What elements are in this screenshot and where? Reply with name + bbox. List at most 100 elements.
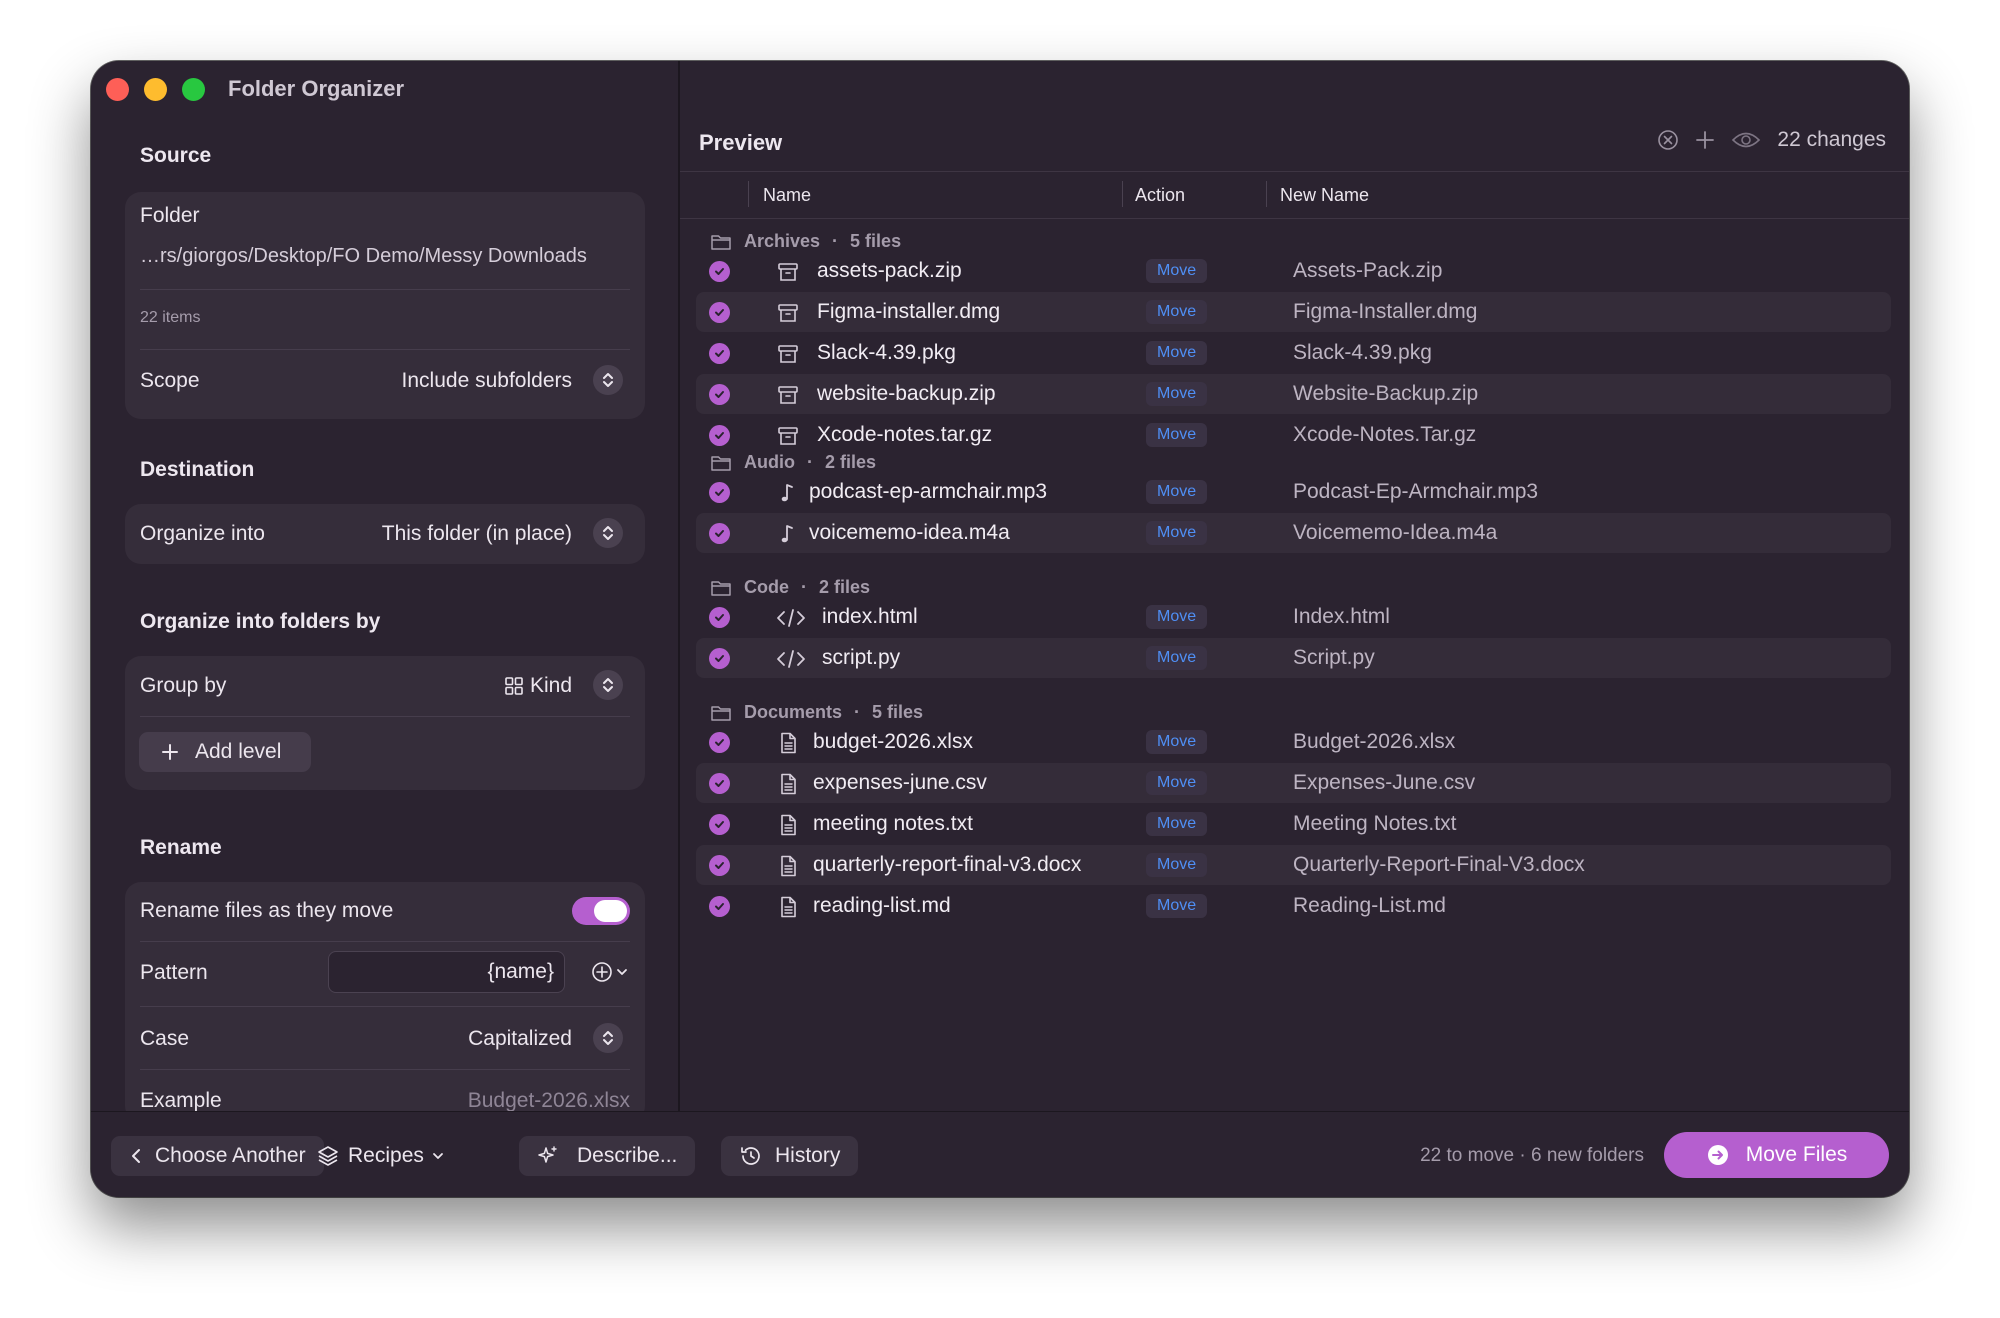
file-row[interactable]: assets-pack.zip Move Assets-Pack.zip bbox=[696, 251, 1891, 291]
file-row[interactable]: meeting notes.txt Move Meeting Notes.txt bbox=[696, 804, 1891, 844]
checkmark-icon[interactable] bbox=[709, 302, 730, 323]
action-badge[interactable]: Move bbox=[1146, 853, 1208, 877]
group-by-value[interactable]: Kind bbox=[504, 674, 572, 698]
action-badge[interactable]: Move bbox=[1146, 605, 1208, 629]
file-row[interactable]: expenses-june.csv Move Expenses-June.csv bbox=[696, 763, 1891, 803]
group-header-code[interactable]: Code · 2 files bbox=[710, 577, 870, 598]
checkmark-icon[interactable] bbox=[709, 855, 730, 876]
insert-token-button[interactable] bbox=[591, 961, 628, 983]
pattern-input[interactable]: {name} bbox=[328, 951, 565, 993]
folder-icon bbox=[710, 579, 732, 597]
group-by-stepper[interactable] bbox=[593, 670, 623, 700]
rename-toggle[interactable] bbox=[572, 897, 630, 925]
checkmark-icon[interactable] bbox=[709, 648, 730, 669]
minimize-window-button[interactable] bbox=[144, 78, 167, 101]
document-icon bbox=[776, 813, 800, 837]
choose-another-button[interactable]: Choose Another bbox=[111, 1136, 324, 1176]
file-row[interactable]: podcast-ep-armchair.mp3 Move Podcast-Ep-Ar… bbox=[696, 472, 1891, 512]
move-files-button[interactable]: Move Files bbox=[1664, 1132, 1889, 1178]
group-count: 2 files bbox=[819, 577, 871, 597]
eye-icon[interactable] bbox=[1731, 130, 1761, 150]
checkmark-icon[interactable] bbox=[709, 384, 730, 405]
maximize-window-button[interactable] bbox=[182, 78, 205, 101]
checkmark-icon[interactable] bbox=[709, 482, 730, 503]
checkmark-icon[interactable] bbox=[709, 732, 730, 753]
scope-value[interactable]: Include subfolders bbox=[402, 369, 572, 393]
group-header-audio[interactable]: Audio · 2 files bbox=[710, 452, 876, 473]
file-name: budget-2026.xlsx bbox=[813, 730, 973, 753]
column-header-new-name[interactable]: New Name bbox=[1280, 185, 1369, 206]
case-stepper[interactable] bbox=[593, 1023, 623, 1053]
file-row[interactable]: Xcode-notes.tar.gz Move Xcode-Notes.Tar.gz bbox=[696, 415, 1891, 455]
file-name: expenses-june.csv bbox=[813, 771, 987, 794]
column-header-action[interactable]: Action bbox=[1135, 185, 1185, 206]
chevron-down-icon bbox=[617, 969, 627, 975]
music-note-icon bbox=[776, 481, 800, 505]
add-level-label: Add level bbox=[195, 740, 282, 763]
case-value[interactable]: Capitalized bbox=[468, 1027, 572, 1051]
organize-into-label: Organize into bbox=[140, 522, 265, 545]
document-icon bbox=[776, 854, 800, 878]
move-status: 22 to move · 6 new folders bbox=[1420, 1145, 1644, 1166]
new-file-name: Voicememo-Idea.m4a bbox=[1293, 521, 1498, 544]
scope-stepper[interactable] bbox=[593, 365, 623, 395]
action-badge[interactable]: Move bbox=[1146, 341, 1208, 365]
plus-icon[interactable] bbox=[1695, 130, 1715, 150]
new-file-name: Expenses-June.csv bbox=[1293, 771, 1476, 794]
checkmark-icon[interactable] bbox=[709, 261, 730, 282]
example-value: Budget-2026.xlsx bbox=[467, 1089, 630, 1112]
group-name: Code bbox=[744, 577, 789, 597]
group-count: 5 files bbox=[872, 702, 924, 722]
recipes-button[interactable]: Recipes bbox=[298, 1136, 462, 1176]
file-row[interactable]: Figma-installer.dmg Move Figma-Installer.d… bbox=[696, 292, 1891, 332]
example-label: Example bbox=[140, 1089, 222, 1112]
action-badge[interactable]: Move bbox=[1146, 300, 1208, 324]
file-row[interactable]: Slack-4.39.pkg Move Slack-4.39.pkg bbox=[696, 333, 1891, 373]
add-level-button[interactable]: Add level bbox=[139, 732, 311, 772]
file-row[interactable]: quarterly-report-final-v3.docx Move Quarte… bbox=[696, 845, 1891, 885]
history-button[interactable]: History bbox=[721, 1136, 859, 1176]
close-window-button[interactable] bbox=[106, 78, 129, 101]
divider bbox=[140, 1069, 630, 1070]
organize-into-stepper[interactable] bbox=[593, 518, 623, 548]
group-header-documents[interactable]: Documents · 5 files bbox=[710, 702, 923, 723]
group-header-archives[interactable]: Archives · 5 files bbox=[710, 231, 901, 252]
folder-path[interactable]: …rs/giorgos/Desktop/FO Demo/Messy Downlo… bbox=[140, 245, 587, 268]
file-row[interactable]: budget-2026.xlsx Move Budget-2026.xlsx bbox=[696, 722, 1891, 762]
grid-icon bbox=[505, 677, 523, 695]
file-row[interactable]: script.py Move Script.py bbox=[696, 638, 1891, 678]
checkmark-icon[interactable] bbox=[709, 343, 730, 364]
checkmark-icon[interactable] bbox=[709, 773, 730, 794]
checkmark-icon[interactable] bbox=[709, 523, 730, 544]
action-badge[interactable]: Move bbox=[1146, 382, 1208, 406]
item-count: 22 items bbox=[140, 309, 201, 326]
file-name: script.py bbox=[822, 646, 901, 669]
action-badge[interactable]: Move bbox=[1146, 894, 1208, 918]
clear-circle-icon[interactable] bbox=[1657, 129, 1679, 151]
action-badge[interactable]: Move bbox=[1146, 480, 1208, 504]
checkmark-icon[interactable] bbox=[709, 814, 730, 835]
file-row[interactable]: index.html Move Index.html bbox=[696, 597, 1891, 637]
organize-into-value[interactable]: This folder (in place) bbox=[382, 522, 572, 546]
file-name: meeting notes.txt bbox=[813, 812, 973, 835]
action-badge[interactable]: Move bbox=[1146, 812, 1208, 836]
file-row[interactable]: reading-list.md Move Reading-List.md bbox=[696, 886, 1891, 926]
action-badge[interactable]: Move bbox=[1146, 259, 1208, 283]
file-row[interactable]: voicememo-idea.m4a Move Voicememo-Idea.m4a bbox=[696, 513, 1891, 553]
column-header-name[interactable]: Name bbox=[763, 185, 811, 206]
checkmark-icon[interactable] bbox=[709, 607, 730, 628]
case-label: Case bbox=[140, 1027, 190, 1050]
new-file-name: Script.py bbox=[1293, 646, 1375, 669]
action-badge[interactable]: Move bbox=[1146, 423, 1208, 447]
checkmark-icon[interactable] bbox=[709, 425, 730, 446]
action-badge[interactable]: Move bbox=[1146, 730, 1208, 754]
action-badge[interactable]: Move bbox=[1146, 771, 1208, 795]
action-badge[interactable]: Move bbox=[1146, 646, 1208, 670]
file-row[interactable]: website-backup.zip Move Website-Backup.zip bbox=[696, 374, 1891, 414]
checkmark-icon[interactable] bbox=[709, 896, 730, 917]
grouping-section-title: Organize into folders by bbox=[140, 610, 381, 633]
archive-icon bbox=[776, 424, 800, 448]
rename-section-title: Rename bbox=[140, 836, 222, 859]
action-badge[interactable]: Move bbox=[1146, 521, 1208, 545]
describe-button[interactable]: Describe... bbox=[519, 1136, 696, 1176]
